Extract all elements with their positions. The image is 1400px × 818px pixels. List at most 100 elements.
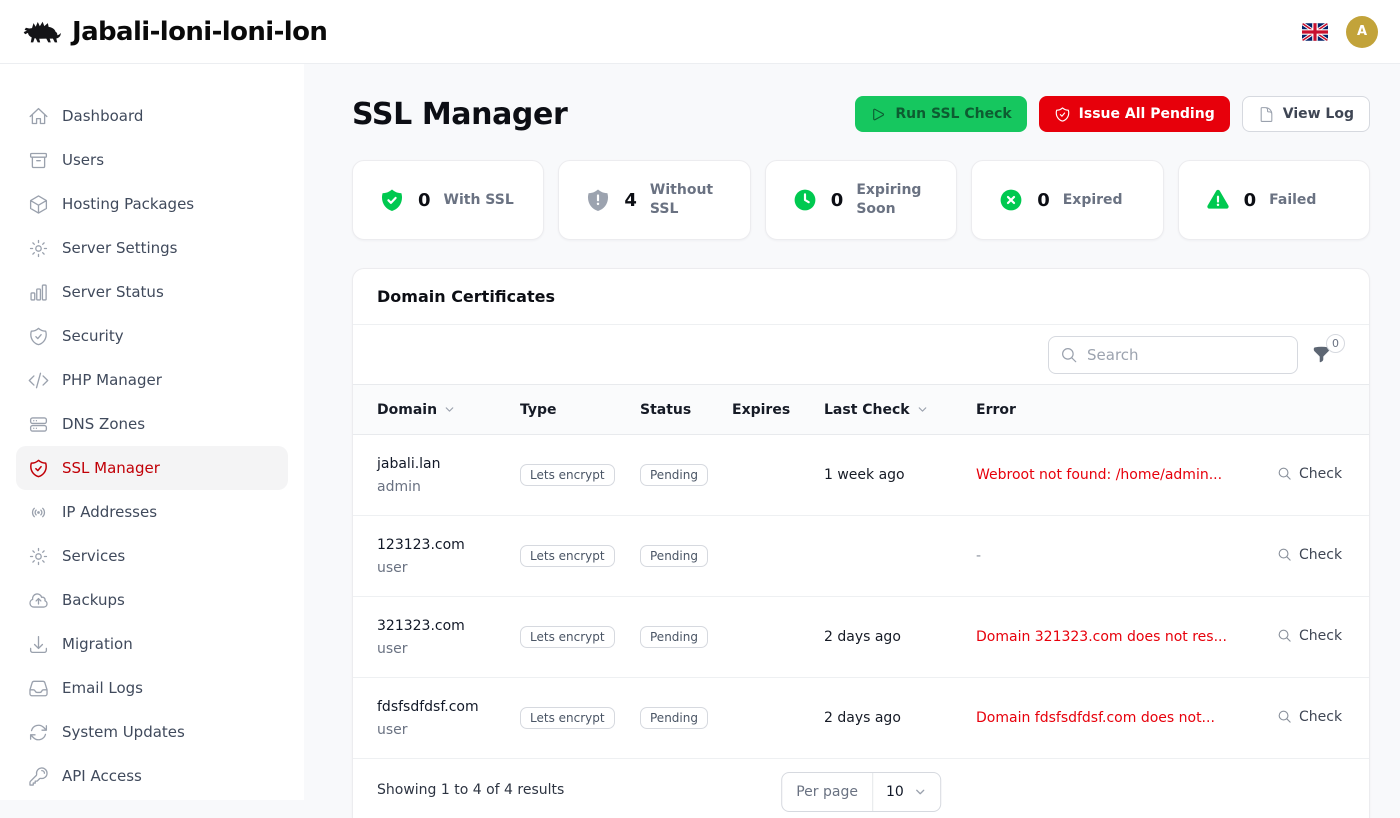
per-page-value: 10 xyxy=(886,784,904,800)
column-label: Last Check xyxy=(824,402,910,418)
column-label: Domain xyxy=(377,402,437,418)
user-avatar[interactable]: A xyxy=(1346,16,1378,48)
brand-title: Jabali-loni-loni-lon xyxy=(72,17,327,47)
sidebar-item-backups[interactable]: Backups xyxy=(16,578,288,622)
sidebar-item-label: Dashboard xyxy=(62,107,143,125)
brand[interactable]: Jabali-loni-loni-lon xyxy=(22,17,327,47)
per-page-select[interactable]: 10 xyxy=(873,773,940,811)
check-label: Check xyxy=(1299,466,1342,482)
table-row[interactable]: fdsfsdfdsf.comuser Lets encrypt Pending … xyxy=(353,678,1369,759)
sidebar-item-label: DNS Zones xyxy=(62,415,145,433)
stat-value: 4 xyxy=(624,190,637,211)
shield-check-icon xyxy=(28,458,49,479)
type-badge: Lets encrypt xyxy=(520,626,615,648)
sidebar-item-label: Users xyxy=(62,151,104,169)
view-log-label: View Log xyxy=(1283,106,1354,122)
table-row[interactable]: 123123.comuser Lets encrypt Pending - Ch… xyxy=(353,516,1369,597)
check-button[interactable]: Check xyxy=(1271,627,1348,645)
check-label: Check xyxy=(1299,628,1342,644)
sidebar-item-label: Security xyxy=(62,327,124,345)
magnifier-icon xyxy=(1277,628,1292,643)
sidebar-item-email-logs[interactable]: Email Logs xyxy=(16,666,288,710)
sidebar-item-label: API Access xyxy=(62,767,142,785)
type-badge: Lets encrypt xyxy=(520,464,615,486)
chevron-down-icon xyxy=(443,403,456,416)
sidebar-item-php-manager[interactable]: PHP Manager xyxy=(16,358,288,402)
table-row[interactable]: 321323.comuser Lets encrypt Pending 2 da… xyxy=(353,597,1369,678)
column-header-domain[interactable]: Domain xyxy=(377,402,456,418)
sidebar-item-hosting-packages[interactable]: Hosting Packages xyxy=(16,182,288,226)
sidebar-item-api-access[interactable]: API Access xyxy=(16,754,288,798)
last-check-cell: 1 week ago xyxy=(824,435,976,516)
shield-exclamation-solid-icon xyxy=(585,187,611,213)
inbox-icon xyxy=(28,678,49,699)
filter-button[interactable]: 0 xyxy=(1312,345,1331,364)
table-footer: Showing 1 to 4 of 4 results Per page 10 xyxy=(353,759,1369,818)
table-header-row: Domain Type Status Expires Last Check Er… xyxy=(353,385,1369,435)
gear-icon xyxy=(28,238,49,259)
domain-name: jabali.lan xyxy=(377,456,520,472)
sidebar-item-label: SSL Manager xyxy=(62,459,160,477)
expires-cell xyxy=(732,597,824,678)
sidebar-item-ssl-manager[interactable]: SSL Manager xyxy=(16,446,288,490)
stat-value: 0 xyxy=(831,190,844,211)
card-title-row: Domain Certificates xyxy=(353,269,1369,324)
sidebar-item-migration[interactable]: Migration xyxy=(16,622,288,666)
sidebar-item-system-updates[interactable]: System Updates xyxy=(16,710,288,754)
table-row[interactable]: jabali.lan admin Lets encrypt Pending 1 w… xyxy=(353,435,1369,516)
error-cell: Domain 321323.com does not res... xyxy=(976,597,1271,678)
page-actions: Run SSL Check Issue All Pending View Log xyxy=(855,96,1370,132)
issue-all-pending-button[interactable]: Issue All Pending xyxy=(1039,96,1230,132)
stats-row: 0 With SSL 4 Without SSL 0 Expiring Soon… xyxy=(352,160,1370,240)
check-button[interactable]: Check xyxy=(1271,708,1348,726)
sidebar-item-label: Hosting Packages xyxy=(62,195,194,213)
domain-name: 123123.com xyxy=(377,537,520,553)
sidebar-item-server-settings[interactable]: Server Settings xyxy=(16,226,288,270)
uk-flag-icon[interactable] xyxy=(1302,23,1328,41)
home-icon xyxy=(28,106,49,127)
stat-card-with-ssl: 0 With SSL xyxy=(352,160,544,240)
issue-all-pending-label: Issue All Pending xyxy=(1079,106,1215,122)
x-circle-solid-icon xyxy=(998,187,1024,213)
shield-check-solid-icon xyxy=(379,187,405,213)
domain-name: fdsfsdfdsf.com xyxy=(377,699,520,715)
signal-icon xyxy=(28,502,49,523)
sidebar-item-services[interactable]: Services xyxy=(16,534,288,578)
status-badge: Pending xyxy=(640,545,708,567)
certificates-table: Domain Type Status Expires Last Check Er… xyxy=(353,384,1369,759)
sidebar-item-users[interactable]: Users xyxy=(16,138,288,182)
sidebar-item-server-status[interactable]: Server Status xyxy=(16,270,288,314)
check-button[interactable]: Check xyxy=(1271,546,1348,564)
stat-card-failed: 0 Failed xyxy=(1178,160,1370,240)
sidebar-item-label: IP Addresses xyxy=(62,503,157,521)
view-log-button[interactable]: View Log xyxy=(1242,96,1370,132)
search-box xyxy=(1048,336,1298,374)
sidebar-item-label: Email Logs xyxy=(62,679,143,697)
error-cell: - xyxy=(976,516,1271,597)
sidebar-item-dashboard[interactable]: Dashboard xyxy=(16,94,288,138)
cube-icon xyxy=(28,194,49,215)
domain-name: 321323.com xyxy=(377,618,520,634)
stat-value: 0 xyxy=(418,190,431,211)
domain-certificates-card: Domain Certificates 0 Domain Type Sta xyxy=(352,268,1370,818)
sidebar-item-label: PHP Manager xyxy=(62,371,162,389)
error-cell: Domain fdsfsdfdsf.com does not... xyxy=(976,678,1271,759)
stat-label: Expired xyxy=(1063,191,1123,210)
check-label: Check xyxy=(1299,709,1342,725)
check-button[interactable]: Check xyxy=(1271,465,1348,483)
topbar-right: A xyxy=(1302,16,1378,48)
card-title: Domain Certificates xyxy=(377,287,1345,306)
sidebar-item-label: Migration xyxy=(62,635,133,653)
last-check-cell xyxy=(824,516,976,597)
column-header-last-check[interactable]: Last Check xyxy=(824,402,929,418)
sidebar-item-ip-addresses[interactable]: IP Addresses xyxy=(16,490,288,534)
sidebar-item-dns-zones[interactable]: DNS Zones xyxy=(16,402,288,446)
domain-owner: admin xyxy=(377,479,520,495)
search-input[interactable] xyxy=(1048,336,1298,374)
status-badge: Pending xyxy=(640,464,708,486)
shield-check-icon xyxy=(28,326,49,347)
magnifier-icon xyxy=(1277,466,1292,481)
run-ssl-check-button[interactable]: Run SSL Check xyxy=(855,96,1026,132)
sidebar-item-security[interactable]: Security xyxy=(16,314,288,358)
stat-label: Expiring Soon xyxy=(856,181,934,219)
